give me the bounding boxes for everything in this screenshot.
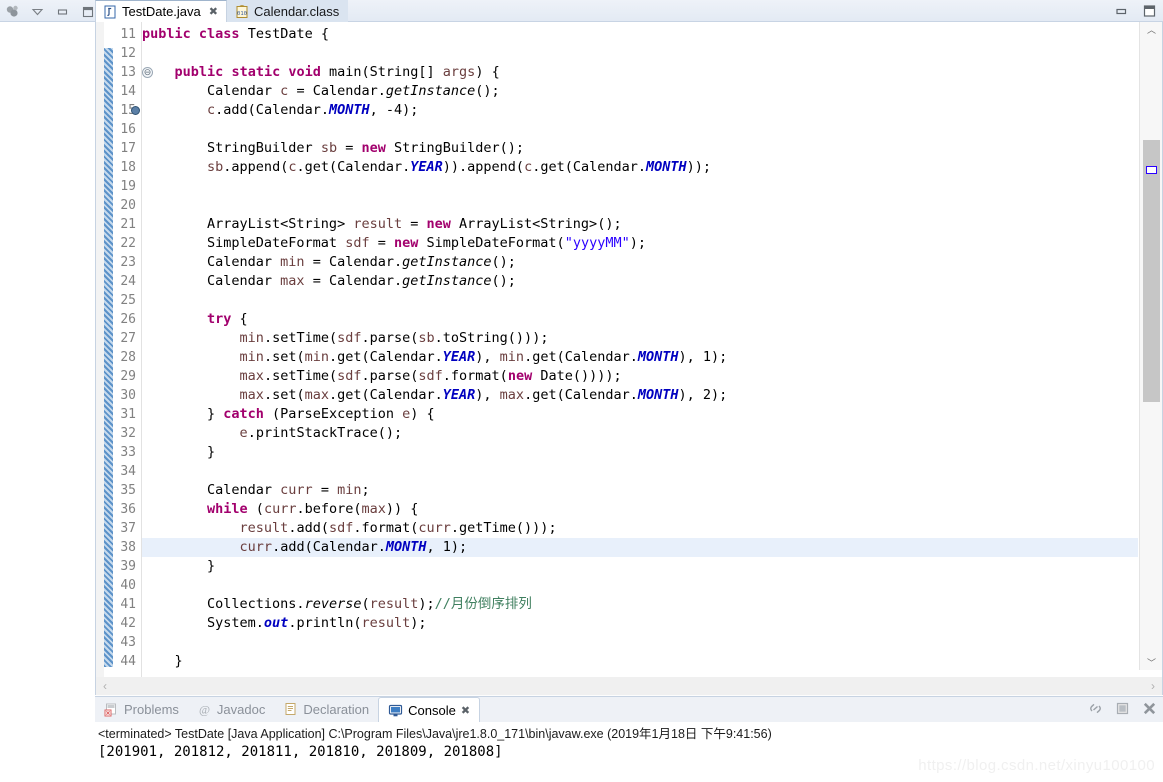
console-process-header: <terminated> TestDate [Java Application]…	[98, 727, 772, 741]
horizontal-scrollbar[interactable]: ‹ ›	[95, 677, 1163, 695]
line-number: 42	[120, 616, 136, 631]
line-number-column: 11 12 13 14 15 16 17 18 19 20 21 22 23 24 25 26 27 28 29 30…	[113, 22, 141, 677]
svg-text:010: 010	[237, 11, 247, 17]
chevron-down-icon[interactable]	[29, 3, 45, 19]
tab-javadoc[interactable]: @ Javadoc	[188, 697, 274, 722]
window-controls	[1113, 0, 1157, 22]
line-number: 32	[120, 426, 136, 441]
line-number: 22	[120, 236, 136, 251]
line-number: 18	[120, 160, 136, 175]
line-number: 38	[120, 540, 136, 555]
view-toolbar	[0, 0, 95, 22]
line-number: 11	[120, 27, 136, 42]
line-number: 13	[120, 65, 136, 80]
pin-console-icon[interactable]	[1087, 700, 1103, 716]
line-number: 34	[120, 464, 136, 479]
minimize-view-icon[interactable]	[54, 3, 70, 19]
code-editor[interactable]: 11 12 13 14 15 16 17 18 19 20 21 22 23 24 25 26 27 28 29 30…	[95, 22, 1163, 677]
line-number: 35	[120, 483, 136, 498]
window-minimize-icon[interactable]	[1113, 3, 1129, 19]
source-code[interactable]: public class TestDate { public static vo…	[142, 22, 1138, 670]
console-output-text: [201901, 201812, 201811, 201810, 201809,…	[98, 744, 503, 760]
view-menu-icon[interactable]	[4, 3, 20, 19]
scroll-left-arrow-icon[interactable]: ‹	[103, 679, 107, 693]
line-number: 30	[120, 388, 136, 403]
line-number: 31	[120, 407, 136, 422]
problems-icon	[104, 702, 119, 717]
line-number: 17	[120, 141, 136, 156]
editor-tab-calendar-class[interactable]: 010 Calendar.class	[226, 0, 349, 22]
declaration-icon	[283, 702, 298, 717]
console-view: Problems @ Javadoc Declaration Console ✖…	[95, 696, 1163, 782]
stop-icon[interactable]	[1114, 700, 1130, 716]
scroll-down-arrow-icon[interactable]: ﹀	[1140, 655, 1163, 670]
line-number: 41	[120, 597, 136, 612]
editor-tab-label: Calendar.class	[253, 4, 340, 19]
tab-label: Problems	[124, 702, 179, 717]
editor-left-gutter	[96, 22, 104, 677]
line-number: 27	[120, 331, 136, 346]
close-console-icon[interactable]	[1141, 700, 1157, 716]
line-number: 14	[120, 84, 136, 99]
scroll-up-arrow-icon[interactable]: ︿	[1140, 22, 1163, 37]
line-number: 43	[120, 635, 136, 650]
line-number: 20	[120, 198, 136, 213]
line-number: 36	[120, 502, 136, 517]
line-number: 29	[120, 369, 136, 384]
maximize-view-icon[interactable]	[79, 3, 95, 19]
overview-ruler[interactable]: ︿ ﹀	[1139, 22, 1162, 670]
tab-problems[interactable]: Problems	[95, 697, 188, 722]
vertical-scrollbar-thumb[interactable]	[1143, 140, 1160, 402]
close-icon[interactable]: ✖	[209, 5, 218, 18]
line-number: 24	[120, 274, 136, 289]
tab-declaration[interactable]: Declaration	[274, 697, 378, 722]
line-number: 40	[120, 578, 136, 593]
line-number: 12	[120, 46, 136, 61]
close-icon[interactable]: ✖	[461, 704, 470, 717]
editor-tab-label: TestDate.java	[122, 4, 201, 19]
line-number: 33	[120, 445, 136, 460]
line-number: 23	[120, 255, 136, 270]
tab-label: Console	[408, 702, 456, 718]
line-number: 25	[120, 293, 136, 308]
editor-tab-bar: TestDate.java ✖ 010 Calendar.class	[95, 0, 1163, 22]
tab-console[interactable]: Console ✖	[378, 697, 481, 722]
code-text-area[interactable]: public class TestDate { public static vo…	[142, 22, 1138, 670]
window-maximize-icon[interactable]	[1141, 3, 1157, 19]
javadoc-icon: @	[197, 702, 212, 717]
class-file-icon: 010	[235, 4, 249, 19]
line-number: 28	[120, 350, 136, 365]
top-bar: TestDate.java ✖ 010 Calendar.class	[0, 0, 1163, 22]
console-toolbar	[1087, 700, 1157, 716]
overview-marker[interactable]	[1146, 166, 1157, 174]
line-number: 39	[120, 559, 136, 574]
tab-label: Declaration	[303, 702, 370, 717]
line-number: 26	[120, 312, 136, 327]
console-icon	[388, 703, 403, 718]
line-number: 16	[120, 122, 136, 137]
line-number: 44	[120, 654, 136, 669]
left-panel-area	[0, 22, 95, 782]
tab-label: Javadoc	[216, 702, 266, 717]
line-number: 37	[120, 521, 136, 536]
editor-tab-testdate-java[interactable]: TestDate.java ✖	[95, 0, 227, 22]
breakpoint-marker[interactable]	[131, 106, 140, 115]
console-output-area[interactable]: <terminated> TestDate [Java Application]…	[95, 722, 1163, 782]
eclipse-window: TestDate.java ✖ 010 Calendar.class 11 12…	[0, 0, 1163, 782]
bottom-tab-bar: Problems @ Javadoc Declaration Console ✖	[95, 696, 1163, 722]
svg-text:@: @	[199, 703, 210, 717]
scroll-right-arrow-icon[interactable]: ›	[1151, 679, 1155, 693]
line-number: 21	[120, 217, 136, 232]
line-number: 19	[120, 179, 136, 194]
java-file-icon	[103, 5, 117, 19]
